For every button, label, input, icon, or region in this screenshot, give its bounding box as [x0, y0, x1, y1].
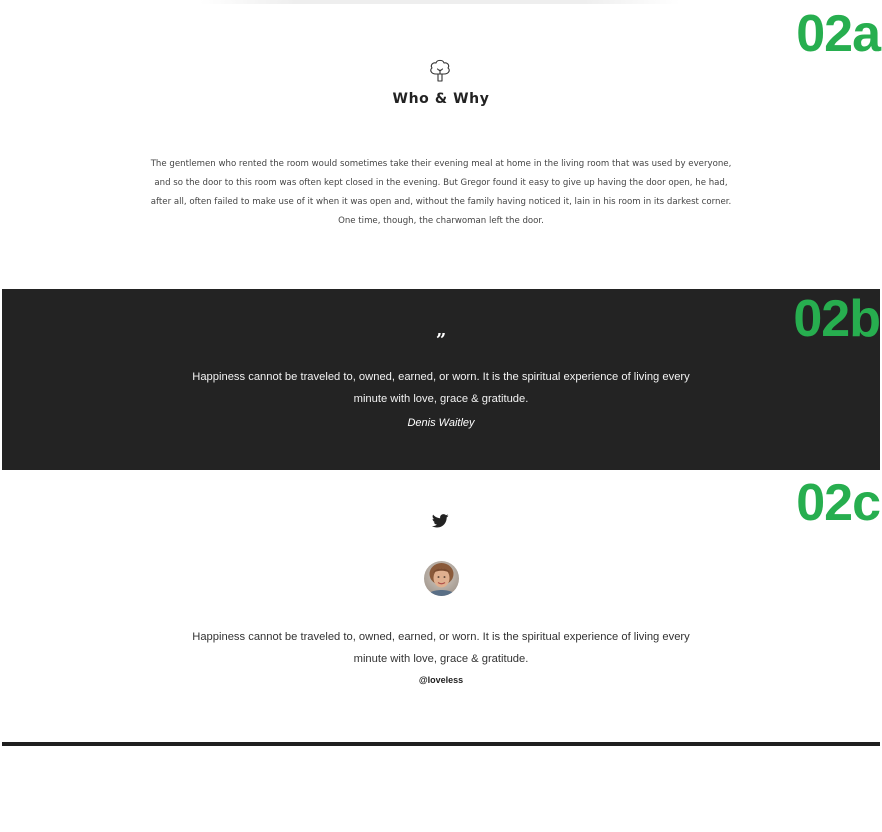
- section-tag-02b: 02b: [793, 290, 881, 348]
- section-tag-02a: 02a: [796, 5, 881, 63]
- bottom-divider: [2, 742, 880, 746]
- avatar[interactable]: [424, 561, 459, 596]
- section-title: Who & Why: [392, 91, 490, 107]
- tweet-text: Happiness cannot be traveled to, owned, …: [192, 631, 690, 666]
- quote-icon: ”: [435, 330, 447, 351]
- quote-author: Denis Waitley: [407, 417, 475, 429]
- tweet-handle[interactable]: @loveless: [0, 675, 882, 685]
- who-why-section: Who & Why The gentlemen who rented the r…: [0, 0, 882, 289]
- twitter-icon[interactable]: [431, 514, 449, 528]
- tree-icon: [427, 57, 453, 83]
- section-body-text: The gentlemen who rented the room would …: [150, 158, 732, 226]
- quote-text: Happiness cannot be traveled to, owned, …: [192, 371, 690, 406]
- quote-section: ” Happiness cannot be traveled to, owned…: [2, 289, 880, 470]
- top-divider: [200, 0, 680, 4]
- tweet-section: Happiness cannot be traveled to, owned, …: [0, 470, 882, 742]
- section-tag-02c: 02c: [796, 474, 881, 532]
